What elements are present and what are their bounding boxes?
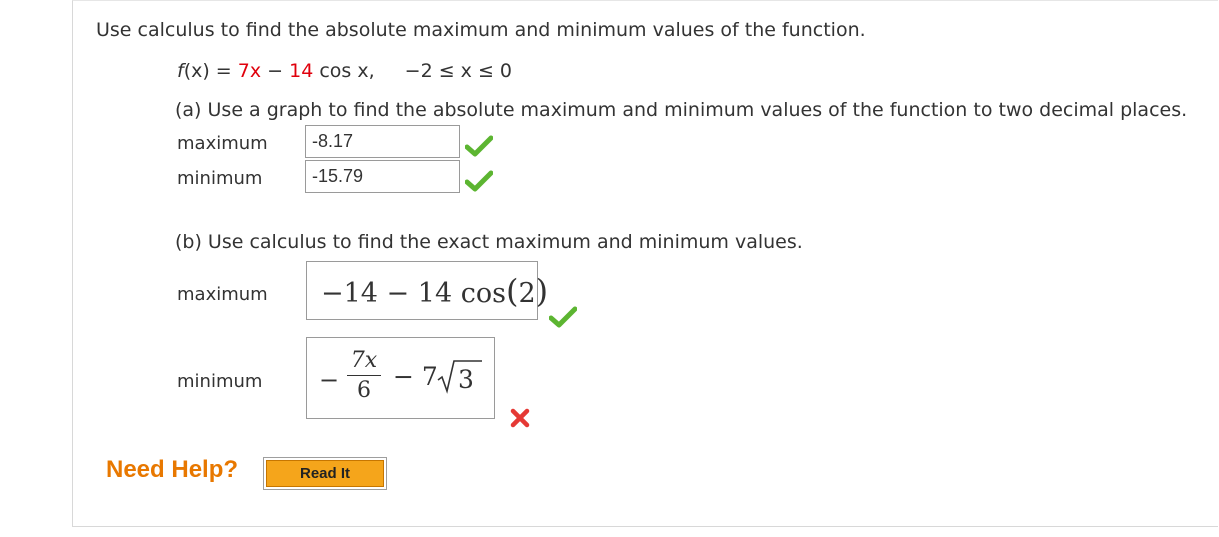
question-intro: Use calculus to find the absolute maximu… — [96, 19, 866, 41]
min-numerator: 7x — [350, 348, 378, 373]
part-b-prompt: (b) Use calculus to find the exact maxim… — [175, 231, 803, 253]
fraction-bar — [347, 375, 381, 376]
read-it-label: Read It — [266, 460, 384, 487]
min-sign: − — [319, 366, 340, 394]
function-name: f — [177, 60, 184, 82]
read-it-button[interactable]: Read It — [263, 457, 387, 490]
max-expression-lead: −14 − 14 cos — [321, 278, 506, 309]
max-expression-arg: 2 — [518, 278, 536, 309]
min-rest: − 7 — [393, 362, 438, 391]
part-a-prompt: (a) Use a graph to find the absolute max… — [175, 99, 1188, 121]
part-a-minimum-input[interactable]: -15.79 — [305, 160, 460, 193]
function-domain: −2 ≤ x ≤ 0 — [404, 60, 512, 82]
check-icon — [465, 170, 493, 192]
part-a-maximum-input[interactable]: -8.17 — [305, 125, 460, 158]
cross-icon — [509, 407, 531, 429]
need-help-label: Need Help? — [106, 456, 239, 483]
function-cos: cos x, — [313, 60, 375, 82]
part-b-maximum-label: maximum — [177, 284, 268, 305]
function-term-1: 7x — [237, 60, 262, 82]
max-expression-rparen: ) — [535, 272, 549, 310]
function-definition: f(x) = 7x − 14 cos x, −2 ≤ x ≤ 0 — [177, 60, 512, 82]
part-b-minimum-answer[interactable]: − 7x 6 − 7 3 — [306, 337, 495, 419]
part-b-maximum-answer[interactable]: −14 − 14 cos(2) — [306, 261, 548, 320]
function-paren: (x) = — [183, 60, 238, 82]
check-icon — [465, 135, 493, 157]
min-fraction: 7x 6 — [347, 348, 381, 403]
part-a-maximum-label: maximum — [177, 133, 268, 154]
part-b-minimum-label: minimum — [177, 371, 263, 392]
function-minus: − — [261, 60, 290, 82]
min-radicand: 3 — [458, 365, 474, 394]
part-a-minimum-label: minimum — [177, 168, 263, 189]
max-expression: −14 − 14 cos(2) — [321, 272, 548, 310]
max-expression-lparen: ( — [505, 272, 519, 310]
check-icon — [549, 306, 577, 328]
min-denominator: 6 — [357, 378, 371, 403]
function-coefficient: 14 — [289, 60, 314, 82]
